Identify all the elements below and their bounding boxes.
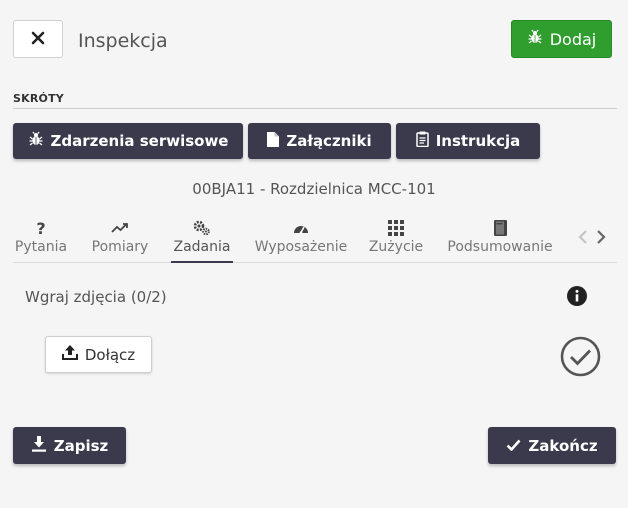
book-icon bbox=[493, 218, 507, 238]
page-title: Inspekcja bbox=[78, 30, 168, 52]
grid-icon bbox=[388, 218, 404, 238]
bug-icon bbox=[28, 131, 44, 151]
service-events-label: Zdarzenia serwisowe bbox=[50, 132, 229, 150]
attachments-button[interactable]: Załączniki bbox=[248, 123, 391, 159]
tab-podsumowanie[interactable]: Podsumowanie bbox=[446, 218, 554, 263]
service-events-button[interactable]: Zdarzenia serwisowe bbox=[13, 123, 243, 159]
tab-label: Zadania bbox=[173, 239, 231, 255]
chevron-left-icon[interactable] bbox=[578, 229, 588, 249]
check-icon bbox=[506, 437, 521, 455]
save-button[interactable]: Zapisz bbox=[13, 427, 126, 464]
file-icon bbox=[267, 131, 280, 151]
gauge-icon bbox=[293, 218, 309, 238]
clipboard-icon bbox=[415, 131, 429, 151]
svg-text:?: ? bbox=[36, 220, 45, 236]
close-icon bbox=[31, 30, 45, 49]
tab-pytania[interactable]: ? Pytania bbox=[13, 218, 69, 263]
tab-wyposazenie[interactable]: Wyposażenie bbox=[254, 218, 348, 263]
instructions-label: Instrukcja bbox=[435, 132, 521, 150]
gears-icon bbox=[193, 218, 211, 238]
tab-label: Wyposażenie bbox=[254, 239, 348, 255]
tab-pomiary[interactable]: Pomiary bbox=[85, 218, 155, 263]
save-label: Zapisz bbox=[53, 436, 109, 455]
tab-bar: ? Pytania Pomiary Zadania Wyposażenie Zu… bbox=[13, 218, 617, 263]
shortcuts-heading: SKRÓTY bbox=[13, 92, 64, 105]
tab-label: Pomiary bbox=[91, 239, 149, 255]
bug-icon bbox=[527, 29, 543, 49]
tab-scroll-controls bbox=[578, 229, 606, 249]
tab-zadania[interactable]: Zadania bbox=[171, 218, 233, 263]
chevron-right-icon[interactable] bbox=[596, 229, 606, 249]
tab-label: Zużycie bbox=[368, 239, 424, 255]
add-button-label: Dodaj bbox=[549, 29, 597, 49]
upload-photos-label: Wgraj zdjęcia (0/2) bbox=[25, 288, 167, 306]
tab-label: Podsumowanie bbox=[447, 239, 553, 255]
tab-label: Pytania bbox=[14, 239, 68, 255]
attach-label: Dołącz bbox=[84, 345, 136, 364]
add-button[interactable]: Dodaj bbox=[511, 20, 612, 58]
finish-label: Zakończ bbox=[528, 436, 598, 455]
device-name: 00BJA11 - Rozdzielnica MCC-101 bbox=[192, 180, 436, 198]
tab-zuzycie[interactable]: Zużycie bbox=[367, 218, 425, 263]
divider bbox=[13, 108, 617, 109]
attach-button[interactable]: Dołącz bbox=[45, 336, 152, 373]
download-icon bbox=[31, 435, 47, 456]
attachments-label: Załączniki bbox=[286, 132, 372, 150]
question-icon: ? bbox=[35, 218, 47, 238]
close-button[interactable] bbox=[13, 20, 63, 58]
info-icon[interactable] bbox=[567, 286, 587, 310]
instructions-button[interactable]: Instrukcja bbox=[396, 123, 540, 159]
trend-icon bbox=[111, 218, 129, 238]
upload-icon bbox=[61, 345, 78, 364]
check-circle-icon[interactable] bbox=[560, 336, 601, 381]
finish-button[interactable]: Zakończ bbox=[488, 427, 616, 464]
